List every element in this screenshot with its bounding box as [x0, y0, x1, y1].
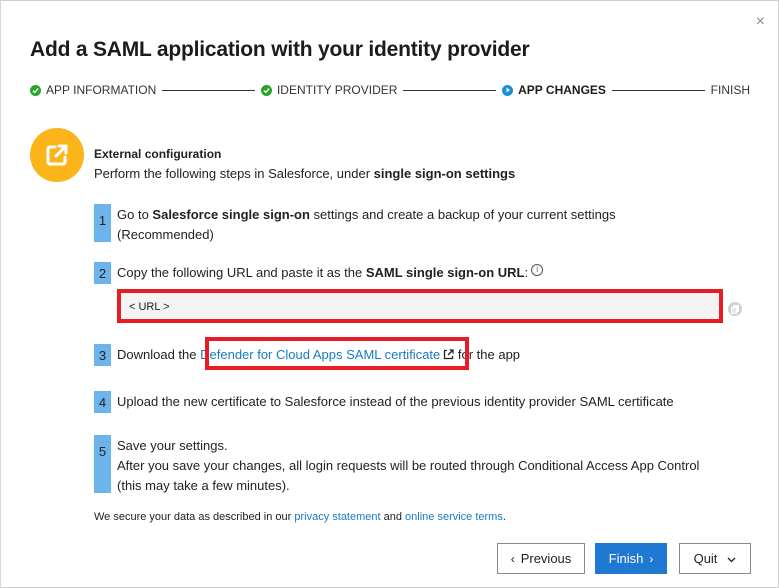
text: and	[380, 511, 406, 523]
step-label: FINISH	[710, 83, 750, 97]
step-label: IDENTITY PROVIDER	[276, 83, 398, 97]
chevron-right-icon: ›	[649, 551, 654, 566]
text: (this may take a few minutes).	[117, 478, 290, 493]
text: .	[502, 511, 506, 523]
saml-url-field[interactable]: < URL >	[117, 289, 723, 323]
chevron-left-icon: ‹	[510, 551, 515, 566]
step-app-changes: APP CHANGES	[502, 83, 606, 97]
section-title: External configuration	[94, 147, 222, 161]
text: After you save your changes, all login r…	[117, 458, 700, 473]
step-item-1: 1 Go to Salesforce single sign-on settin…	[94, 204, 616, 242]
bold-text: SAML single sign-on URL	[365, 265, 525, 280]
step-connector	[403, 89, 497, 91]
previous-button[interactable]: ‹ Previous	[497, 543, 585, 574]
check-icon	[30, 84, 41, 96]
button-label: Previous	[520, 551, 572, 566]
step-number: 5	[94, 435, 111, 493]
text: (Recommended)	[117, 227, 214, 242]
dialog-title: Add a SAML application with your identit…	[30, 38, 530, 61]
step-identity-provider: IDENTITY PROVIDER	[260, 83, 398, 97]
step-connector	[611, 89, 705, 91]
step-label: APP CHANGES	[518, 83, 606, 97]
description-bold: single sign-on settings	[373, 166, 516, 181]
step-number: 3	[94, 344, 111, 366]
step-number: 1	[94, 204, 111, 242]
step-item-5: 5 Save your settings. After you save you…	[94, 435, 699, 493]
chevron-down-icon	[727, 551, 736, 566]
certificate-highlight	[205, 337, 469, 370]
step-text: Go to Salesforce single sign-on settings…	[117, 204, 616, 242]
info-icon[interactable]: i	[531, 264, 544, 276]
copy-icon[interactable]	[728, 302, 742, 316]
text: settings and create a backup of your cur…	[309, 207, 616, 222]
text: Save your settings.	[117, 438, 228, 453]
privacy-statement-link[interactable]: privacy statement	[294, 511, 380, 523]
step-number: 2	[94, 262, 111, 284]
check-icon	[260, 84, 272, 96]
external-link-icon	[30, 128, 84, 182]
bold-text: Salesforce single sign-on	[152, 207, 310, 222]
step-app-information: APP INFORMATION	[30, 83, 156, 97]
wizard-stepper: APP INFORMATION IDENTITY PROVIDER APP CH…	[30, 82, 750, 98]
step-text: Save your settings. After you save your …	[117, 435, 699, 493]
text: We secure your data as described in our	[94, 511, 295, 523]
description-text: Perform the following steps in Salesforc…	[94, 166, 374, 181]
step-label: APP INFORMATION	[46, 83, 157, 97]
text: Go to	[117, 207, 153, 222]
text: Download the	[117, 347, 201, 362]
step-text: Copy the following URL and paste it as t…	[117, 262, 544, 284]
service-terms-link[interactable]: online service terms	[405, 511, 503, 523]
close-icon[interactable]: ×	[756, 14, 765, 30]
step-text: Upload the new certificate to Salesforce…	[117, 394, 674, 409]
button-label: Finish	[608, 551, 644, 566]
step-connector	[162, 89, 255, 91]
step-item-2: 2 Copy the following URL and paste it as…	[94, 262, 544, 284]
text: :	[524, 265, 529, 280]
quit-button[interactable]: Quit	[679, 543, 751, 574]
step-number: 4	[94, 391, 111, 413]
text: Copy the following URL and paste it as t…	[117, 265, 366, 280]
button-label: Quit	[693, 551, 718, 566]
step-finish: FINISH	[711, 83, 750, 97]
privacy-note: We secure your data as described in our …	[94, 511, 506, 523]
play-icon	[502, 84, 514, 96]
section-description: Perform the following steps in Salesforc…	[94, 166, 515, 181]
step-item-4: 4 Upload the new certificate to Salesfor…	[94, 391, 674, 413]
finish-button[interactable]: Finish ›	[595, 543, 667, 574]
